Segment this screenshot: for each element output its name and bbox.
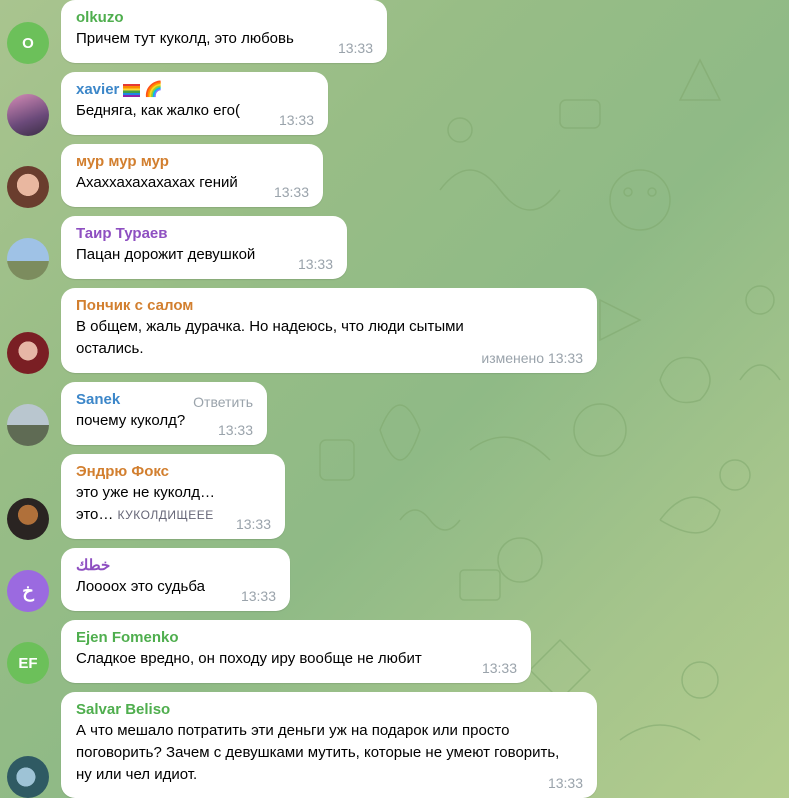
message-bubble[interactable]: Sanek Ответить почему куколд? 13:33 xyxy=(61,382,267,445)
message-time: 13:33 xyxy=(235,516,271,532)
message-time: 13:33 xyxy=(278,112,314,128)
message-time: 13:33 xyxy=(297,256,333,272)
message-bubble[interactable]: olkuzo Причем тут куколд, это любовь 13:… xyxy=(61,0,387,63)
message-time: 13:33 xyxy=(481,660,517,676)
message-bubble[interactable]: Таир Тураев Пацан дорожит девушкой 13:33 xyxy=(61,216,347,279)
sender-name[interactable]: Пончик с салом xyxy=(76,296,582,316)
avatar[interactable] xyxy=(7,94,49,136)
sender-name-text: xavier xyxy=(76,81,120,98)
avatar[interactable] xyxy=(7,238,49,280)
sender-name[interactable]: xavier 🌈 xyxy=(76,80,313,100)
edited-label: изменено xyxy=(481,350,545,366)
message-time: 13:33 xyxy=(240,588,276,604)
reply-button[interactable]: Ответить xyxy=(193,394,253,410)
message-bubble[interactable]: Salvar Beliso А что мешало потратить эти… xyxy=(61,692,597,798)
message-text: Бедняга, как жалко его( xyxy=(76,102,240,119)
rainbow-emoji: 🌈 xyxy=(144,81,164,98)
sender-name[interactable]: Salvar Beliso xyxy=(76,700,582,720)
avatar[interactable] xyxy=(7,756,49,798)
message-text-line: это уже не куколд… xyxy=(76,484,216,501)
message-time: 13:33 xyxy=(217,422,253,438)
message-text: Причем тут куколд, это любовь xyxy=(76,30,294,47)
message-time: 13:33 xyxy=(337,40,373,56)
message-bubble[interactable]: Эндрю Фокс это уже не куколд… это… КУКОЛ… xyxy=(61,454,285,539)
sender-name[interactable]: Ejen Fomenko xyxy=(76,628,516,648)
message-time: 13:33 xyxy=(273,184,309,200)
sender-name[interactable]: мур мур мур xyxy=(76,152,308,172)
sender-name[interactable]: olkuzo xyxy=(76,8,372,28)
avatar[interactable]: خ xyxy=(7,570,49,612)
message-bubble[interactable]: мур мур мур Ахаххахахахахах гений 13:33 xyxy=(61,144,323,207)
avatar[interactable] xyxy=(7,404,49,446)
message-text-caps: КУКОЛДИЩЕЕЕ xyxy=(117,508,214,522)
message-bubble[interactable]: xavier 🌈 Бедняга, как жалко его( 13:33 xyxy=(61,72,328,135)
message-text: Пацан дорожит девушкой xyxy=(76,246,256,263)
sender-name[interactable]: خطك xyxy=(76,556,275,576)
message-time: 13:33 xyxy=(547,350,583,366)
message-time: 13:33 xyxy=(547,775,583,791)
message-text: это… xyxy=(76,506,114,523)
message-text: Сладкое вредно, он походу иру вообще не … xyxy=(76,650,422,667)
message-bubble[interactable]: خطك Лооoох это судьба 13:33 xyxy=(61,548,290,611)
rainbow-flag-icon xyxy=(123,83,141,97)
sender-name[interactable]: Таир Тураев xyxy=(76,224,332,244)
message-bubble[interactable]: Пончик с салом В общем, жаль дурачка. Но… xyxy=(61,288,597,373)
message-text: В общем, жаль дурачка. Но надеюсь, что л… xyxy=(76,318,464,357)
avatar[interactable]: O xyxy=(7,22,49,64)
avatar[interactable] xyxy=(7,166,49,208)
sender-name[interactable]: Эндрю Фокс xyxy=(76,462,270,482)
message-text: А что мешало потратить эти деньги уж на … xyxy=(76,722,560,783)
message-meta: изменено 13:33 xyxy=(481,350,583,366)
avatar[interactable]: EF xyxy=(7,642,49,684)
avatar[interactable] xyxy=(7,498,49,540)
avatar[interactable] xyxy=(7,332,49,374)
message-bubble[interactable]: Ejen Fomenko Сладкое вредно, он походу и… xyxy=(61,620,531,683)
